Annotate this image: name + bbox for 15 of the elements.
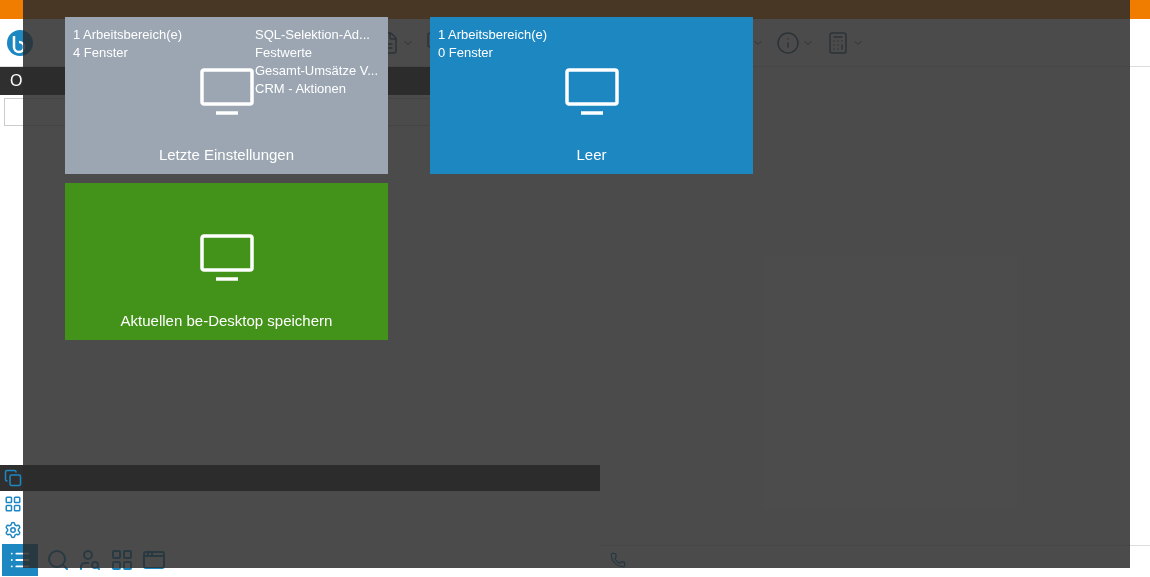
tile-title: Leer: [576, 144, 607, 165]
tile-window-name: SQL-Selektion-Ad...: [255, 26, 371, 44]
tile-window-name: Festwerte: [255, 44, 314, 62]
tile-info: 1 Arbeitsbereich(e): [73, 26, 183, 44]
desktop-tile[interactable]: Aktuellen be-Desktop speichern: [65, 183, 388, 340]
tile-info: 0 Fenster: [438, 44, 494, 62]
tile-info: 1 Arbeitsbereich(e): [438, 26, 548, 44]
desktop-tile[interactable]: 1 Arbeitsbereich(e) 4 Fenster SQL-Selektion-Ad... Festwerte Gesamt-Umsätze V... CRM - Aktionen Letzte Einstellungen: [65, 17, 388, 174]
tile-title: Aktuellen be-Desktop speichern: [120, 310, 333, 331]
tile-info: 4 Fenster: [73, 44, 129, 62]
tile-window-name: CRM - Aktionen: [255, 80, 348, 98]
panel-title: O: [10, 71, 23, 91]
tile-window-name: Gesamt-Umsätze V...: [255, 62, 379, 80]
tile-title: Letzte Einstellungen: [158, 144, 295, 165]
desktop-tile[interactable]: 1 Arbeitsbereich(e) 0 Fenster Leer: [430, 17, 753, 174]
